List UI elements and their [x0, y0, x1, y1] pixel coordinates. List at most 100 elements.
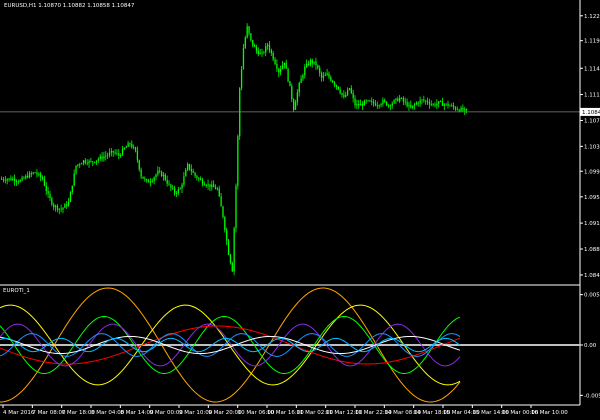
candle-body: [436, 103, 438, 106]
candle-body: [27, 175, 29, 178]
candle-body: [341, 93, 343, 95]
price-tick-label: 1.12275: [584, 14, 600, 20]
candle-body: [400, 97, 403, 99]
candle-body: [259, 52, 261, 55]
candle-body: [322, 75, 325, 78]
candle-body: [144, 178, 146, 180]
candle-body: [58, 208, 60, 210]
candle-body: [270, 50, 272, 53]
candle-body: [291, 86, 293, 100]
candle-body: [157, 170, 159, 175]
price-tick-label: 1.11105: [584, 93, 600, 99]
candle-body: [300, 78, 302, 83]
price-tick-label: 1.11495: [584, 66, 600, 72]
candle-body: [71, 185, 73, 192]
price-tick-label: 1.09965: [584, 169, 600, 175]
candle-body: [94, 161, 96, 163]
candle-body: [194, 172, 196, 176]
candle-body: [92, 161, 94, 163]
candle-body: [84, 160, 86, 163]
candle-body: [306, 63, 308, 67]
candle-body: [315, 61, 317, 66]
candle-body: [218, 188, 220, 197]
candle-body: [445, 103, 447, 105]
candle-body: [226, 230, 228, 241]
candle-body: [464, 109, 466, 111]
candle-body: [95, 160, 98, 163]
candle-body: [10, 178, 12, 181]
candle-body: [374, 103, 377, 106]
candle-body: [138, 160, 140, 170]
candle-body: [356, 103, 358, 106]
candle-body: [250, 33, 252, 40]
candle-body: [110, 150, 113, 153]
candle-body: [185, 169, 187, 177]
candle-body: [166, 179, 168, 184]
candle-body: [294, 102, 297, 110]
candle-body: [153, 177, 155, 181]
candle-body: [159, 170, 161, 172]
candle-body: [136, 150, 139, 161]
candle-body: [449, 105, 451, 107]
candle-body: [222, 206, 224, 218]
candle-body: [80, 163, 83, 165]
candle-body: [4, 180, 7, 181]
candle-body: [200, 178, 202, 181]
candle-body: [162, 174, 165, 177]
candle-body: [30, 173, 33, 175]
candle-body: [240, 68, 243, 89]
candle-body: [337, 86, 339, 90]
candle-body: [367, 100, 369, 102]
candle-body: [458, 109, 460, 112]
candle-body: [45, 185, 47, 192]
candle-body: [99, 156, 101, 160]
candle-body: [2, 179, 5, 181]
candle-body: [120, 155, 122, 156]
candle-body: [257, 51, 259, 55]
candle-body: [412, 105, 414, 108]
candle-body: [214, 187, 217, 190]
candle-body: [198, 178, 200, 179]
main-chart-title: EURUSD,H1 1.10870 1.10882 1.10858 1.1084…: [4, 3, 135, 9]
candle-body: [283, 62, 286, 65]
candle-body: [276, 63, 278, 69]
candle-body: [333, 82, 336, 85]
time-tick-label: 4 Mar 2016: [3, 410, 35, 416]
candle-body: [415, 102, 418, 105]
candle-body: [205, 185, 207, 187]
candle-body: [53, 204, 55, 208]
indicator-tick-label: 0.00: [584, 343, 597, 349]
candle-body: [330, 77, 332, 81]
candle-body: [17, 181, 20, 183]
candle-body: [320, 72, 323, 78]
current-price-label: 1.10847: [582, 110, 600, 116]
candle-body: [118, 153, 120, 156]
candle-body: [408, 104, 410, 107]
candle-body: [404, 101, 406, 103]
candle-body: [224, 217, 226, 231]
candle-body: [339, 89, 341, 94]
candle-body: [67, 201, 70, 206]
candle-body: [147, 180, 150, 183]
candle-body: [253, 45, 256, 47]
candle-body: [233, 228, 235, 272]
indicator-tick-label: 0.0053: [584, 293, 600, 299]
candle-body: [149, 181, 152, 183]
candle-body: [173, 188, 176, 194]
candle-body: [373, 101, 375, 104]
candle-body: [317, 65, 319, 69]
candle-body: [19, 180, 21, 182]
candle-body: [86, 162, 88, 164]
candle-body: [452, 105, 455, 108]
candle-body: [352, 93, 354, 99]
candle-body: [60, 208, 62, 210]
candle-body: [265, 46, 267, 53]
candle-body: [246, 26, 248, 38]
candle-body: [88, 160, 90, 164]
trading-chart[interactable]: 1.12275 1.11905 1.11495 1.11105 1.10720 1.103…: [0, 0, 600, 420]
candle-body: [393, 100, 395, 104]
candle-body: [131, 143, 133, 148]
candle-body: [56, 205, 59, 210]
candle-body: [332, 80, 334, 83]
candle-body: [454, 107, 457, 110]
